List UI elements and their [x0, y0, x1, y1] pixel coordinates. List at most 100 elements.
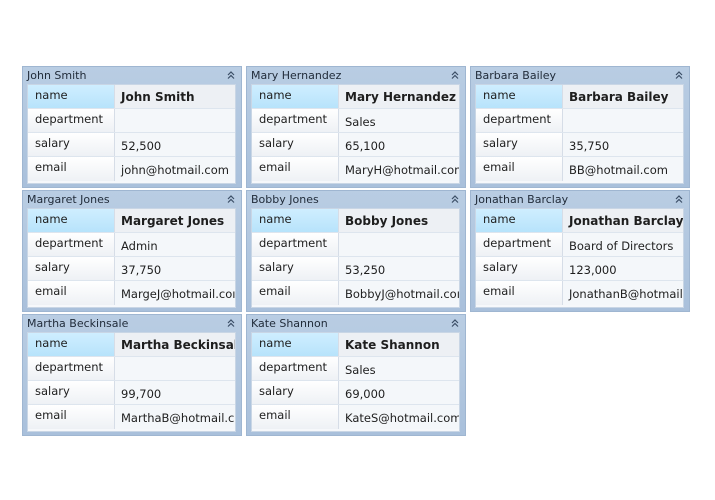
field-value-email[interactable]: KateS@hotmail.com [339, 405, 459, 429]
field-row-email[interactable]: email MaryH@hotmail.con [252, 157, 459, 181]
chevron-double-up-icon[interactable] [225, 193, 237, 205]
field-row-name[interactable]: name Jonathan Barclay [476, 209, 683, 233]
field-label-name: name [476, 85, 563, 108]
field-value-department[interactable]: Admin [115, 233, 235, 256]
chevron-double-up-icon[interactable] [449, 69, 461, 81]
card-header[interactable]: Martha Beckinsale [23, 315, 241, 331]
field-row-salary[interactable]: salary 37,750 [28, 257, 235, 281]
field-row-salary[interactable]: salary 99,700 [28, 381, 235, 405]
field-value-salary[interactable]: 52,500 [115, 133, 235, 156]
field-value-salary[interactable]: 37,750 [115, 257, 235, 280]
field-row-department[interactable]: department [28, 357, 235, 381]
field-value-salary[interactable]: 123,000 [563, 257, 683, 280]
card-header[interactable]: Margaret Jones [23, 191, 241, 207]
field-label-salary: salary [28, 381, 115, 404]
field-value-department[interactable] [115, 357, 235, 380]
record-card[interactable]: Kate Shannon name Kate Shannon departmen… [246, 314, 466, 436]
field-value-department[interactable] [115, 109, 235, 132]
field-row-email[interactable]: email MargeJ@hotmail.coı [28, 281, 235, 305]
field-value-email[interactable]: john@hotmail.com [115, 157, 235, 181]
field-value-name[interactable]: Margaret Jones [115, 209, 235, 232]
chevron-double-up-icon[interactable] [673, 69, 685, 81]
field-value-salary[interactable]: 35,750 [563, 133, 683, 156]
field-row-department[interactable]: department Sales [252, 357, 459, 381]
field-value-name[interactable]: Kate Shannon [339, 333, 459, 356]
field-row-department[interactable]: department Board of Directors [476, 233, 683, 257]
field-row-department[interactable]: department Admin [28, 233, 235, 257]
field-row-name[interactable]: name Martha Beckinsale [28, 333, 235, 357]
field-row-department[interactable]: department Sales [252, 109, 459, 133]
field-value-department[interactable] [339, 233, 459, 256]
chevron-double-up-icon[interactable] [225, 317, 237, 329]
record-card[interactable]: Martha Beckinsale name Martha Beckinsale… [22, 314, 242, 436]
field-label-name: name [252, 333, 339, 356]
field-label-name: name [476, 209, 563, 232]
field-label-salary: salary [252, 381, 339, 404]
field-row-department[interactable]: department [28, 109, 235, 133]
card-header[interactable]: Barbara Bailey [471, 67, 689, 83]
field-row-name[interactable]: name Bobby Jones [252, 209, 459, 233]
field-value-email[interactable]: MargeJ@hotmail.coı [115, 281, 235, 305]
card-header[interactable]: John Smith [23, 67, 241, 83]
record-card[interactable]: Mary Hernandez name Mary Hernandez depar… [246, 66, 466, 188]
field-row-email[interactable]: email JonathanB@hotmail. [476, 281, 683, 305]
record-card[interactable]: Jonathan Barclay name Jonathan Barclay d… [470, 190, 690, 312]
field-row-email[interactable]: email KateS@hotmail.com [252, 405, 459, 429]
field-row-department[interactable]: department [476, 109, 683, 133]
field-value-salary[interactable]: 53,250 [339, 257, 459, 280]
field-grid: name Mary Hernandez department Sales sal… [251, 84, 460, 184]
chevron-double-up-icon[interactable] [225, 69, 237, 81]
field-row-email[interactable]: email BobbyJ@hotmail.coı [252, 281, 459, 305]
field-value-email[interactable]: JonathanB@hotmail. [563, 281, 683, 305]
card-title: Martha Beckinsale [27, 316, 129, 330]
chevron-double-up-icon[interactable] [449, 193, 461, 205]
field-row-email[interactable]: email john@hotmail.com [28, 157, 235, 181]
field-row-salary[interactable]: salary 35,750 [476, 133, 683, 157]
field-value-email[interactable]: BobbyJ@hotmail.coı [339, 281, 459, 305]
record-card[interactable]: Margaret Jones name Margaret Jones depar… [22, 190, 242, 312]
record-card[interactable]: John Smith name John Smith department sa… [22, 66, 242, 188]
field-row-name[interactable]: name Margaret Jones [28, 209, 235, 233]
field-row-salary[interactable]: salary 53,250 [252, 257, 459, 281]
field-row-name[interactable]: name John Smith [28, 85, 235, 109]
card-header[interactable]: Jonathan Barclay [471, 191, 689, 207]
field-value-name[interactable]: Mary Hernandez [339, 85, 459, 108]
field-label-department: department [28, 357, 115, 380]
chevron-double-up-icon[interactable] [673, 193, 685, 205]
field-value-salary[interactable]: 69,000 [339, 381, 459, 404]
field-row-email[interactable]: email BB@hotmail.com [476, 157, 683, 181]
field-value-name[interactable]: Bobby Jones [339, 209, 459, 232]
field-row-salary[interactable]: salary 52,500 [28, 133, 235, 157]
field-value-department[interactable]: Sales [339, 357, 459, 380]
field-value-name[interactable]: Martha Beckinsale [115, 333, 235, 356]
record-card[interactable]: Bobby Jones name Bobby Jones department … [246, 190, 466, 312]
field-label-department: department [252, 357, 339, 380]
field-row-email[interactable]: email MarthaB@hotmail.cc [28, 405, 235, 429]
chevron-double-up-icon[interactable] [449, 317, 461, 329]
field-row-department[interactable]: department [252, 233, 459, 257]
record-card[interactable]: Barbara Bailey name Barbara Bailey depar… [470, 66, 690, 188]
field-value-department[interactable]: Sales [339, 109, 459, 132]
field-grid: name Kate Shannon department Sales salar… [251, 332, 460, 432]
field-value-name[interactable]: John Smith [115, 85, 235, 108]
field-value-salary[interactable]: 65,100 [339, 133, 459, 156]
field-row-salary[interactable]: salary 69,000 [252, 381, 459, 405]
field-value-email[interactable]: MarthaB@hotmail.cc [115, 405, 235, 429]
field-row-name[interactable]: name Mary Hernandez [252, 85, 459, 109]
field-value-department[interactable] [563, 109, 683, 132]
field-value-salary[interactable]: 99,700 [115, 381, 235, 404]
field-row-name[interactable]: name Barbara Bailey [476, 85, 683, 109]
field-value-email[interactable]: MaryH@hotmail.con [339, 157, 459, 181]
field-row-name[interactable]: name Kate Shannon [252, 333, 459, 357]
field-value-name[interactable]: Jonathan Barclay [563, 209, 683, 232]
field-value-department[interactable]: Board of Directors [563, 233, 683, 256]
card-header[interactable]: Mary Hernandez [247, 67, 465, 83]
field-value-email[interactable]: BB@hotmail.com [563, 157, 683, 181]
field-value-name[interactable]: Barbara Bailey [563, 85, 683, 108]
field-row-salary[interactable]: salary 65,100 [252, 133, 459, 157]
field-label-department: department [476, 109, 563, 132]
card-header[interactable]: Bobby Jones [247, 191, 465, 207]
field-row-salary[interactable]: salary 123,000 [476, 257, 683, 281]
card-header[interactable]: Kate Shannon [247, 315, 465, 331]
field-label-department: department [28, 109, 115, 132]
